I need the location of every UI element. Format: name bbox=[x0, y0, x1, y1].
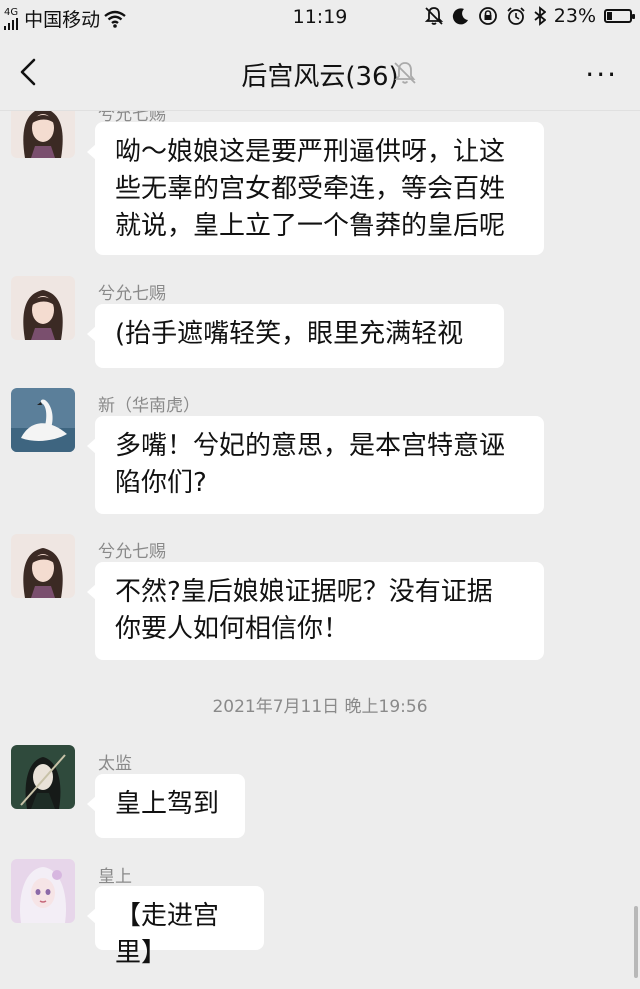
message-bubble[interactable]: 多嘴！兮妃的意思，是本宫特意诬 陷你们? bbox=[87, 416, 544, 514]
sender-name: 兮允七赐 bbox=[98, 542, 166, 562]
status-right-overlay: 23% bbox=[424, 5, 635, 27]
message-bubble[interactable]: 呦～娘娘这是要严刑逼供呀，让这 些无辜的宫女都受牵连，等会百姓 就说，皇上立了一… bbox=[87, 122, 544, 255]
avatar-huangshang[interactable] bbox=[11, 859, 75, 923]
scrollbar[interactable] bbox=[634, 906, 638, 978]
avatar-xiyun[interactable] bbox=[11, 534, 75, 598]
message-line: 【走进宫里】 bbox=[115, 901, 220, 968]
message-bubble[interactable]: 皇上驾到 bbox=[87, 774, 245, 838]
message-bubble[interactable]: 【走进宫里】 bbox=[87, 886, 264, 968]
avatar-xiyun[interactable] bbox=[11, 276, 75, 340]
rotation-lock-icon bbox=[478, 7, 497, 25]
more-options-button[interactable]: ··· bbox=[585, 58, 618, 91]
status-bar-overlay: 4G 中国移动 11:19 23% bbox=[0, 0, 640, 34]
moon-icon bbox=[452, 8, 468, 25]
bell-off-icon bbox=[424, 7, 443, 25]
chat-header-overlay: 后宫风云(36) ··· bbox=[0, 34, 640, 111]
chat-timestamp: 2021年7月11日 晚上19:56 bbox=[212, 697, 428, 717]
bluetooth-icon bbox=[534, 6, 546, 26]
message-line: 不然?皇后娘娘证据呢？没有证据 bbox=[115, 577, 493, 607]
message-line: 你要人如何相信你！ bbox=[115, 614, 350, 644]
message-bubble[interactable]: 不然?皇后娘娘证据呢？没有证据 你要人如何相信你！ bbox=[87, 562, 544, 660]
sender-name: 太监 bbox=[98, 754, 132, 774]
message-line: 呦～娘娘这是要严刑逼供呀，让这 bbox=[115, 137, 506, 167]
message-line: 些无辜的宫女都受牵连，等会百姓 bbox=[115, 174, 506, 204]
message-line: 皇上驾到 bbox=[115, 789, 220, 819]
message-line: 陷你们? bbox=[115, 468, 207, 498]
sender-name: 兮允七赐 bbox=[98, 284, 166, 304]
message-line: (抬手遮嘴轻笑，眼里充满轻视 bbox=[115, 319, 464, 349]
message-bubble[interactable]: (抬手遮嘴轻笑，眼里充满轻视 bbox=[87, 304, 504, 368]
avatar-taijian[interactable] bbox=[11, 745, 75, 809]
sender-name: 新（华南虎） bbox=[98, 396, 200, 416]
sender-name: 皇上 bbox=[98, 867, 132, 887]
battery-icon bbox=[604, 9, 635, 23]
avatar-xin[interactable] bbox=[11, 388, 75, 452]
message-line: 多嘴！兮妃的意思，是本宫特意诬 bbox=[115, 431, 506, 461]
message-line: 就说，皇上立了一个鲁莽的皇后呢 bbox=[115, 211, 506, 241]
battery-level bbox=[607, 12, 612, 20]
battery-percent: 23% bbox=[553, 5, 596, 27]
alarm-icon bbox=[507, 7, 525, 25]
mute-bell-icon bbox=[394, 62, 416, 84]
chat-title: 后宫风云(36) bbox=[241, 62, 399, 92]
